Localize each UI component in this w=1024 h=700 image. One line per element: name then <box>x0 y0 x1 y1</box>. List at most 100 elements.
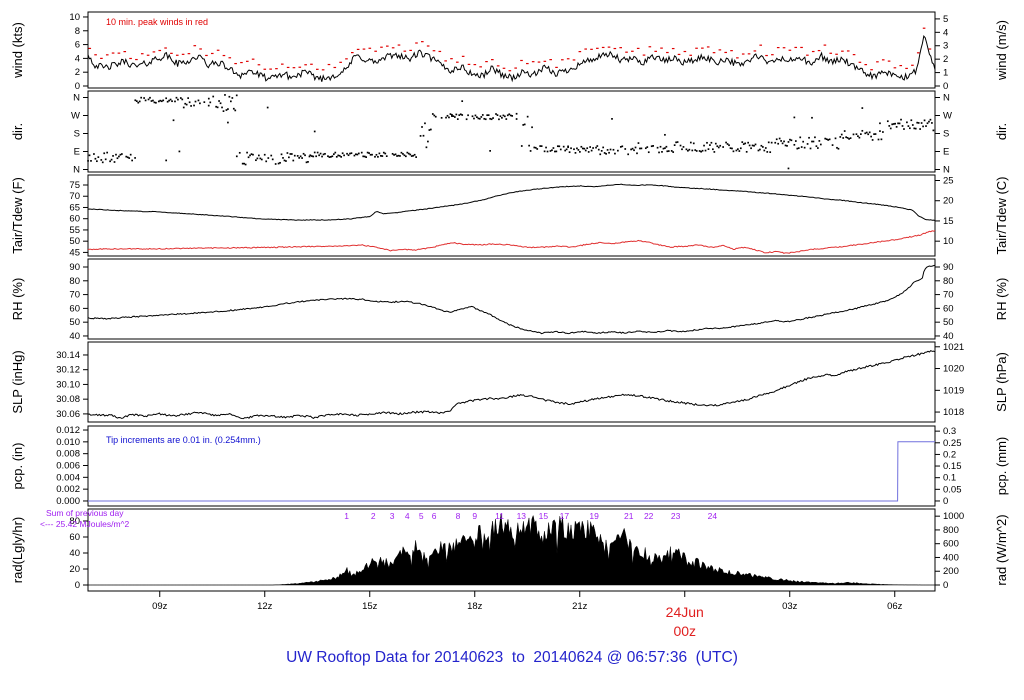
dir-point <box>646 146 649 148</box>
y-tick-label-right: 1000 <box>943 511 964 522</box>
dir-point <box>754 143 757 146</box>
dir-point <box>413 153 416 156</box>
dir-point <box>378 152 381 155</box>
dir-point <box>346 152 348 155</box>
dir-point <box>679 144 682 147</box>
dir-point <box>380 154 382 157</box>
dir-point <box>843 130 846 132</box>
y-axis-title-left: RH (%) <box>10 278 25 321</box>
dir-point <box>907 125 910 127</box>
dir-point <box>362 155 365 158</box>
dir-point <box>162 99 165 102</box>
dir-point <box>94 157 97 160</box>
dir-point <box>672 151 675 153</box>
dir-point <box>140 96 143 99</box>
dir-point <box>551 149 553 152</box>
y-tick-label-left: 6 <box>75 40 80 51</box>
dir-point <box>288 156 290 159</box>
dir-point <box>691 149 694 152</box>
y-tick-label-left: 40 <box>69 548 80 559</box>
dir-point <box>143 97 145 99</box>
dir-point <box>385 155 388 158</box>
dir-point <box>147 98 150 101</box>
dir-point <box>384 152 387 155</box>
dir-point <box>461 114 464 116</box>
dir-point <box>340 156 343 158</box>
y-tick-label-left: 20 <box>69 564 80 575</box>
y-axis-title-left: dir. <box>10 123 25 140</box>
dir-point <box>595 146 597 149</box>
series-tair_f <box>87 183 936 221</box>
dir-point <box>617 149 619 152</box>
dir-point <box>474 114 477 117</box>
dir-point <box>160 100 163 103</box>
dir-point <box>665 145 668 148</box>
dir-point <box>337 154 340 157</box>
dir-point <box>405 155 407 158</box>
dir-point <box>425 146 428 149</box>
dir-point <box>188 101 191 104</box>
dir-point <box>759 148 761 151</box>
dir-point <box>914 127 917 130</box>
dir-point <box>481 114 484 116</box>
dir-point <box>427 140 429 143</box>
rad-hour-sum-label: 19 <box>589 511 599 521</box>
dir-point <box>271 158 274 161</box>
y-tick-label-right: 0.15 <box>943 461 962 472</box>
dir-point <box>316 151 319 154</box>
dir-point <box>152 99 154 102</box>
dir-point <box>619 146 622 148</box>
dir-point <box>528 144 530 147</box>
y-tick-label-left: 70 <box>69 191 80 202</box>
dir-point <box>574 152 577 154</box>
dir-point <box>498 118 500 121</box>
y-axis-title-right: RH (%) <box>994 278 1009 321</box>
dir-point <box>172 119 175 122</box>
rad-hour-sum-label: 5 <box>419 511 424 521</box>
dir-point <box>410 155 413 157</box>
dir-point <box>603 152 606 154</box>
dir-point <box>209 101 212 104</box>
y-tick-label-right: 1021 <box>943 342 964 353</box>
dir-point <box>109 160 111 163</box>
dir-point <box>587 151 590 153</box>
y-tick-label-right: 3 <box>943 41 948 52</box>
dir-point <box>197 99 200 102</box>
dir-point <box>428 129 431 131</box>
dir-point <box>735 149 738 152</box>
dir-point <box>473 117 475 120</box>
dir-point <box>319 152 322 155</box>
dir-point <box>523 123 526 126</box>
dir-point <box>377 155 379 158</box>
dir-point <box>503 115 506 118</box>
dir-point <box>920 122 923 124</box>
dir-point <box>644 147 647 150</box>
dir-point <box>675 141 677 144</box>
x-tick-label: 12z <box>257 601 273 612</box>
dir-point <box>486 114 489 117</box>
x-date-label-red: 24Jun <box>666 604 704 620</box>
dir-point <box>489 150 491 152</box>
dir-point <box>898 122 901 125</box>
dir-point <box>858 136 861 139</box>
dir-point <box>302 152 305 155</box>
y-tick-label-left: 30.08 <box>56 394 80 405</box>
dir-point <box>621 145 624 148</box>
y-tick-label-left: 10 <box>69 12 80 23</box>
dir-point <box>689 141 692 144</box>
dir-point <box>121 153 123 155</box>
dir-point <box>134 157 136 159</box>
dir-point <box>296 155 299 157</box>
dir-point <box>849 137 852 139</box>
dir-point <box>676 141 679 143</box>
dir-point <box>177 98 179 101</box>
rad-hour-sum-label: 8 <box>456 511 461 521</box>
y-tick-label-left: 60 <box>69 532 80 543</box>
dir-point <box>445 116 447 119</box>
y-tick-label-left: 4 <box>75 53 80 64</box>
y-tick-label-left: 30.06 <box>56 409 80 420</box>
dir-point <box>263 153 266 156</box>
dir-point <box>911 124 914 126</box>
y-tick-label-left: 30.12 <box>56 365 80 376</box>
dir-point <box>230 100 232 103</box>
